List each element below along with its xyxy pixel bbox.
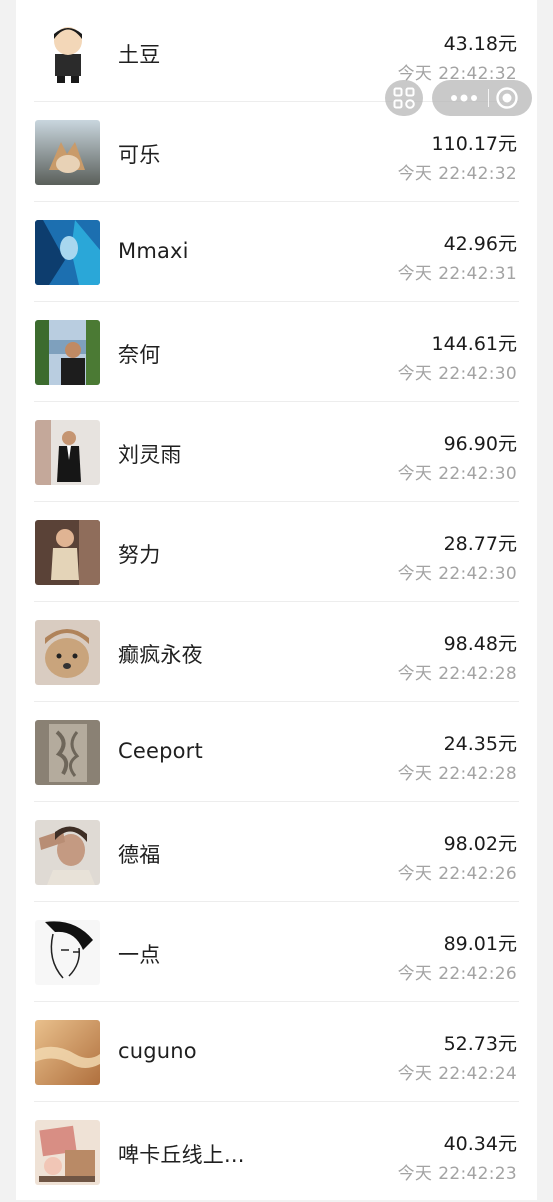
receive-day: 今天	[397, 664, 433, 684]
list-item[interactable]: 可乐 110.17元 今天 22:42:32	[16, 102, 537, 202]
close-circle-icon[interactable]	[494, 85, 520, 111]
receive-day: 今天	[397, 364, 433, 384]
avatar	[35, 620, 100, 685]
avatar	[35, 320, 100, 385]
packet-amount: 40.34元	[443, 1133, 517, 1155]
packet-amount: 43.18元	[443, 33, 517, 55]
packet-amount: 110.17元	[431, 133, 517, 155]
receive-clock: 22:42:30	[438, 564, 517, 584]
packet-amount: 42.96元	[443, 233, 517, 255]
recipient-name: 奈何	[118, 343, 161, 367]
avatar	[35, 220, 100, 285]
recipient-name: 德福	[118, 843, 161, 867]
packet-amount: 96.90元	[443, 433, 517, 455]
recipient-name: 土豆	[118, 43, 161, 67]
receive-day: 今天	[397, 164, 433, 184]
receive-time: 今天 22:42:32	[398, 159, 517, 184]
list-item[interactable]: 德福 98.02元 今天 22:42:26	[16, 802, 537, 902]
receive-clock: 22:42:28	[438, 764, 517, 784]
receive-clock: 22:42:30	[438, 464, 517, 484]
receive-day: 今天	[397, 264, 433, 284]
avatar	[35, 920, 100, 985]
list-item[interactable]: Mmaxi 42.96元 今天 22:42:31	[16, 202, 537, 302]
receive-time: 今天 22:42:23	[398, 1159, 517, 1184]
receive-time: 今天 22:42:31	[398, 259, 517, 284]
packet-amount: 89.01元	[443, 933, 517, 955]
receive-day: 今天	[397, 1064, 433, 1084]
receive-day: 今天	[397, 564, 433, 584]
avatar	[35, 820, 100, 885]
receive-day: 今天	[397, 764, 433, 784]
avatar	[35, 120, 100, 185]
receive-clock: 22:42:24	[438, 1064, 517, 1084]
receive-day: 今天	[397, 864, 433, 884]
list-item[interactable]: 癫疯永夜 98.48元 今天 22:42:28	[16, 602, 537, 702]
receive-day: 今天	[397, 964, 433, 984]
receive-time: 今天 22:42:28	[398, 659, 517, 684]
receive-clock: 22:42:28	[438, 664, 517, 684]
avatar	[35, 20, 100, 85]
list-item[interactable]: 努力 28.77元 今天 22:42:30	[16, 502, 537, 602]
packet-amount: 98.48元	[443, 633, 517, 655]
avatar	[35, 720, 100, 785]
receive-clock: 22:42:23	[438, 1164, 517, 1184]
list-item[interactable]: Ceeport 24.35元 今天 22:42:28	[16, 702, 537, 802]
recipient-name: cuguno	[118, 1039, 197, 1063]
receive-clock: 22:42:26	[438, 864, 517, 884]
list-item[interactable]: 刘灵雨 96.90元 今天 22:42:30	[16, 402, 537, 502]
packet-amount: 52.73元	[443, 1033, 517, 1055]
floating-action-button[interactable]	[385, 80, 423, 116]
receive-day: 今天	[397, 1164, 433, 1184]
avatar	[35, 1120, 100, 1185]
red-packet-record-list: 土豆 43.18元 今天 22:42:32 可乐 110.17元 今天 22:42:…	[16, 0, 537, 1200]
recipient-name: 刘灵雨	[118, 443, 182, 467]
avatar	[35, 1020, 100, 1085]
receive-time: 今天 22:42:30	[398, 559, 517, 584]
grid-squares-icon	[393, 87, 415, 109]
receive-clock: 22:42:32	[438, 164, 517, 184]
recipient-name: 努力	[118, 543, 161, 567]
list-item[interactable]: 一点 89.01元 今天 22:42:26	[16, 902, 537, 1002]
list-item[interactable]: 啤卡丘线上... 40.34元 今天 22:42:23	[16, 1102, 537, 1202]
avatar	[35, 420, 100, 485]
receive-clock: 22:42:31	[438, 264, 517, 284]
list-item[interactable]: 奈何 144.61元 今天 22:42:30	[16, 302, 537, 402]
receive-clock: 22:42:30	[438, 364, 517, 384]
receive-time: 今天 22:42:30	[398, 459, 517, 484]
recipient-name: 癫疯永夜	[118, 643, 203, 667]
receive-time: 今天 22:42:28	[398, 759, 517, 784]
mini-program-capsule	[432, 80, 532, 116]
recipient-name: 啤卡丘线上...	[118, 1143, 245, 1167]
more-dots-icon[interactable]	[446, 90, 482, 106]
recipient-name: Ceeport	[118, 739, 203, 763]
receive-clock: 22:42:26	[438, 964, 517, 984]
packet-amount: 28.77元	[443, 533, 517, 555]
receive-day: 今天	[397, 464, 433, 484]
recipient-name: Mmaxi	[118, 239, 189, 263]
receive-time: 今天 22:42:24	[398, 1059, 517, 1084]
packet-amount: 144.61元	[431, 333, 517, 355]
receive-time: 今天 22:42:26	[398, 859, 517, 884]
avatar	[35, 520, 100, 585]
packet-amount: 98.02元	[443, 833, 517, 855]
capsule-divider	[488, 89, 489, 107]
receive-time: 今天 22:42:26	[398, 959, 517, 984]
recipient-name: 一点	[118, 943, 161, 967]
recipient-name: 可乐	[118, 143, 161, 167]
packet-amount: 24.35元	[443, 733, 517, 755]
list-item[interactable]: cuguno 52.73元 今天 22:42:24	[16, 1002, 537, 1102]
receive-time: 今天 22:42:30	[398, 359, 517, 384]
